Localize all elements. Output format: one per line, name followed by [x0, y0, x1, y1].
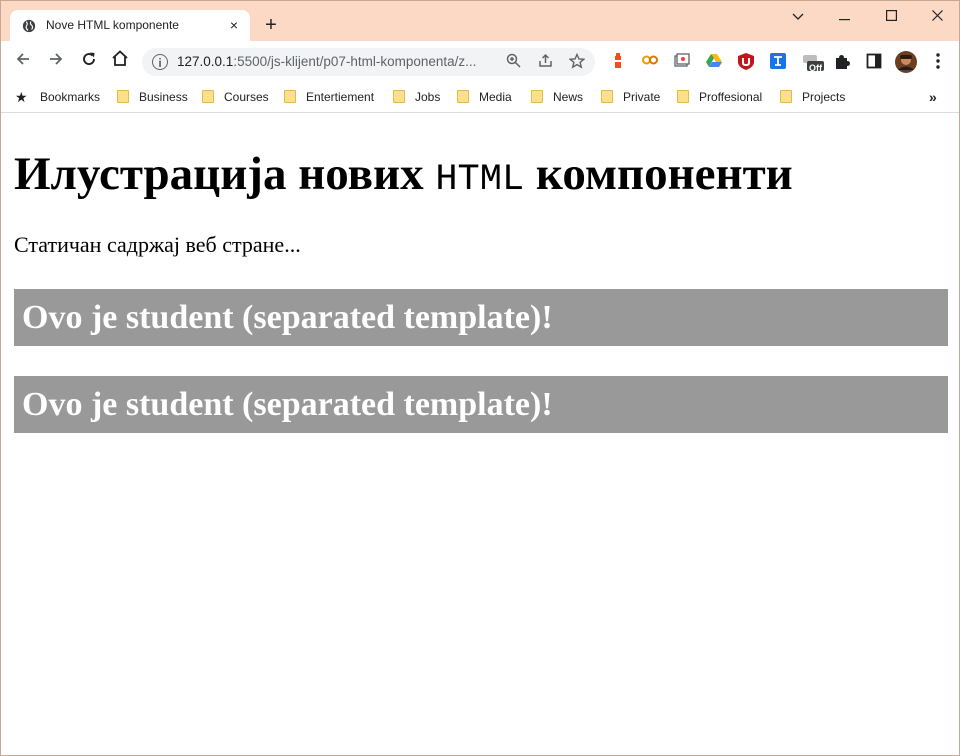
folder-icon: [531, 90, 543, 103]
bookmark-label: Jobs: [415, 90, 441, 104]
folder-icon: [393, 90, 405, 103]
tab-close-icon[interactable]: ×: [226, 17, 242, 33]
student-component: Ovo je student (separated template)!: [14, 376, 948, 433]
forward-button[interactable]: [44, 49, 68, 73]
minimize-icon: [838, 19, 850, 21]
student-heading: Ovo je student (separated template)!: [22, 386, 553, 423]
tab-title: Nove HTML komponente: [46, 18, 179, 32]
coupon-icon[interactable]: [641, 53, 659, 71]
translate-icon[interactable]: [769, 53, 787, 71]
page-content: Илустрација нових HTML компоненти Статич…: [1, 113, 959, 755]
bookmarks-bar: ★ Bookmarks Business Courses Entertiemen…: [1, 82, 959, 113]
title-bar: Nove HTML komponente × +: [1, 1, 959, 41]
share-icon[interactable]: [536, 53, 554, 71]
folder-icon: [202, 90, 214, 103]
close-icon: [931, 10, 943, 21]
toolbar: i 127.0.0.1:5500/js-klijent/p07-html-kom…: [1, 41, 959, 82]
globe-icon: [22, 19, 36, 33]
tab-active[interactable]: Nove HTML komponente ×: [10, 10, 250, 41]
new-tab-button[interactable]: +: [260, 14, 282, 36]
home-button[interactable]: [108, 49, 132, 73]
drive-icon[interactable]: [705, 53, 723, 71]
student-component: Ovo je student (separated template)!: [14, 289, 948, 346]
bookmark-label: Entertiement: [306, 90, 375, 104]
chevron-down-icon: [792, 13, 804, 20]
folder-icon: [457, 90, 469, 103]
folder-icon: [601, 90, 613, 103]
bookmark-bookmarks[interactable]: Bookmarks: [40, 88, 100, 106]
bookmark-courses[interactable]: Courses: [202, 88, 269, 106]
bookmark-label: Media: [479, 90, 512, 104]
bookmarks-overflow-icon[interactable]: »: [929, 88, 937, 106]
reload-icon: [83, 52, 95, 65]
intro-text: Статичан садржај веб стране...: [14, 232, 301, 257]
menu-icon[interactable]: [929, 53, 947, 71]
browser-window: Nove HTML komponente × + i 127.0.0.1:550…: [0, 0, 960, 756]
address-bar[interactable]: i 127.0.0.1:5500/js-klijent/p07-html-kom…: [142, 48, 595, 76]
ublock-icon[interactable]: [737, 53, 755, 71]
bookmark-label: Projects: [802, 90, 846, 104]
bookmark-media[interactable]: Media: [457, 88, 512, 106]
reload-button[interactable]: [77, 49, 101, 73]
bookmark-proffesional[interactable]: Proffesional: [677, 88, 762, 106]
close-window-button[interactable]: [926, 7, 948, 27]
student-heading: Ovo je student (separated template)!: [22, 299, 553, 336]
bookmark-label: News: [553, 90, 584, 104]
bookmark-jobs[interactable]: Jobs: [393, 88, 440, 106]
heading-code: HTML: [435, 159, 525, 201]
off-label: Off: [809, 63, 822, 73]
bookmark-entertiement[interactable]: Entertiement: [284, 88, 374, 106]
folder-icon: [677, 90, 689, 103]
minimize-button[interactable]: [833, 7, 855, 27]
zoom-icon[interactable]: [504, 53, 522, 71]
avatar[interactable]: [895, 51, 917, 73]
back-arrow-icon: [16, 53, 29, 65]
bookmark-star-icon[interactable]: [568, 52, 586, 71]
bookmark-private[interactable]: Private: [601, 88, 660, 106]
folder-icon: [780, 90, 792, 103]
maximize-icon: [885, 10, 897, 22]
home-icon: [112, 50, 128, 66]
url-path: :5500/js-klijent/p07-html-komponenta/z..…: [233, 54, 477, 69]
page-title: Илустрација нових HTML компоненти: [14, 147, 793, 207]
address-url: 127.0.0.1:5500/js-klijent/p07-html-kompo…: [177, 54, 476, 69]
folder-icon: [117, 90, 129, 103]
bookmark-business[interactable]: Business: [117, 88, 188, 106]
maximize-button[interactable]: [880, 7, 902, 27]
bookmark-news[interactable]: News: [531, 88, 583, 106]
lighthouse-icon[interactable]: [609, 53, 627, 71]
bookmark-label: Courses: [224, 90, 269, 104]
bookmarks-star-icon: ★: [15, 89, 28, 105]
bookmark-projects[interactable]: Projects: [780, 88, 845, 106]
forward-arrow-icon: [50, 53, 63, 65]
puzzle-icon[interactable]: [833, 53, 851, 71]
folder-icon: [284, 90, 296, 103]
bookmark-label: Private: [623, 90, 661, 104]
site-info-icon[interactable]: i: [152, 54, 168, 70]
tab-search-button[interactable]: [787, 7, 809, 27]
bookmark-label: Proffesional: [699, 90, 763, 104]
bookmark-label: Business: [139, 90, 188, 104]
sidepanel-icon[interactable]: [865, 53, 883, 71]
off-extension-icon[interactable]: Off: [801, 53, 825, 73]
heading-text-start: Илустрација нових: [14, 148, 436, 200]
tab-manager-icon[interactable]: [673, 53, 691, 71]
back-button[interactable]: [11, 49, 35, 73]
url-host: 127.0.0.1: [177, 54, 234, 69]
heading-text-end: компоненти: [524, 148, 793, 200]
